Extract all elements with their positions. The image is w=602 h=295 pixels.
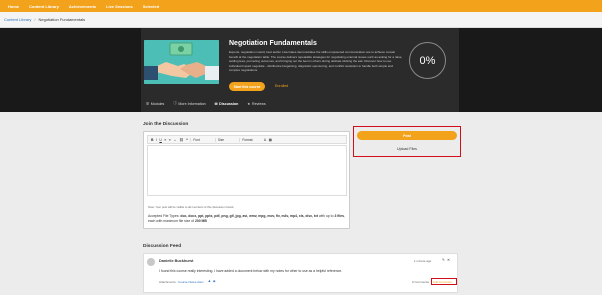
editor-toolbar: B I U ≡ ≡ ⇔ ⛓ ❝ Font Size Format A ▦: [147, 135, 347, 144]
top-nav: Home Content Library Achievements Live S…: [0, 0, 602, 12]
discussion-textarea[interactable]: [147, 145, 347, 196]
progress-circle: 0%: [409, 42, 446, 79]
font-dropdown[interactable]: Font: [190, 137, 212, 142]
text-color-button[interactable]: A: [264, 138, 266, 142]
nav-item-content-library[interactable]: Content Library: [29, 4, 59, 9]
link-button[interactable]: ⛓: [179, 138, 183, 142]
highlight-box-add-comment: [431, 278, 457, 285]
edit-icon[interactable]: ✎: [442, 258, 445, 262]
breadcrumb: Content Library / Negotiation Fundamenta…: [0, 12, 602, 28]
close-icon[interactable]: ✕: [447, 258, 450, 262]
size-dropdown[interactable]: Size: [214, 137, 237, 142]
max-size-prefix: with up to: [318, 214, 334, 218]
table-icon[interactable]: ▦: [269, 138, 272, 142]
visibility-note: Note: Your post will be visible to all m…: [148, 205, 235, 209]
breadcrumb-current: Negotiation Fundamentals: [38, 17, 86, 22]
handshake-icon: [144, 40, 219, 84]
indent-button[interactable]: ⇔: [173, 138, 176, 142]
course-title: Negotiation Fundamentals: [229, 40, 317, 47]
quote-button[interactable]: ❝: [186, 138, 188, 142]
nav-item-achievements[interactable]: Achievements: [69, 4, 96, 9]
discussion-editor: B I U ≡ ≡ ⇔ ⛓ ❝ Font Size Format A ▦ Not…: [143, 131, 350, 229]
nav-item-live-sessions[interactable]: Live Sessions: [106, 4, 133, 9]
post-time: 1 minute ago: [414, 259, 432, 263]
tab-more-information[interactable]: ⓘ More Information: [173, 101, 205, 106]
post-author: Danielle Buckhurst: [159, 259, 194, 263]
tab-label: Reviews: [252, 101, 266, 106]
post-actions: ✎ ✕: [442, 258, 450, 262]
course-description: Experts, negotiation mould, best author …: [229, 50, 403, 73]
list-icon: ☰: [146, 101, 150, 106]
italic-button[interactable]: I: [156, 138, 157, 142]
info-icon: ⓘ: [173, 101, 177, 105]
post-button[interactable]: Post: [357, 131, 457, 140]
enrolled-label: Enrolled: [275, 84, 289, 88]
feed-post: Danielle Buckhurst 1 minute ago ✎ ✕ I fo…: [143, 253, 458, 293]
tab-label: More Information: [178, 101, 206, 106]
feed-title: Discussion Feed: [143, 244, 182, 249]
user-icon[interactable]: ♟: [208, 279, 211, 283]
discussion-title: Join the Discussion: [143, 122, 189, 127]
course-tabs: ☰ Modules ⓘ More Information ✉ Discussion ★…: [146, 101, 266, 106]
tab-label: Modules: [150, 101, 165, 106]
ordered-list-button[interactable]: ≡: [164, 138, 166, 142]
attachment-link[interactable]: Course Notes.docx: [178, 280, 204, 284]
nav-item-home[interactable]: Home: [8, 4, 19, 9]
bullet-list-button[interactable]: ≡: [169, 138, 171, 142]
upload-files-button[interactable]: Upload Files: [357, 147, 457, 151]
attachment-actions: ♟ ◉: [208, 279, 216, 283]
nav-item-selected[interactable]: Selected: [143, 4, 159, 9]
view-icon[interactable]: ◉: [213, 279, 216, 283]
accepted-label: Accepted File Types:: [148, 214, 180, 218]
attachments-label: Attachments:: [159, 280, 177, 284]
avatar: [147, 258, 155, 266]
chat-icon: ✉: [214, 101, 218, 106]
tab-modules[interactable]: ☰ Modules: [146, 101, 164, 106]
tab-label: Discussion: [219, 101, 239, 106]
star-icon: ★: [247, 101, 251, 106]
accepted-file-types: Accepted File Types: doc, docx, ppt, ppt…: [148, 214, 348, 224]
max-file-size: 200 MB: [194, 218, 207, 223]
progress-value: 0%: [419, 54, 436, 67]
tab-reviews[interactable]: ★ Reviews: [247, 101, 265, 106]
comments-count[interactable]: 0 Comments: [412, 280, 429, 284]
breadcrumb-separator: /: [34, 17, 36, 22]
accepted-types: doc, docx, ppt, pptx, pdf, png, gif, jpg…: [180, 214, 319, 218]
underline-button[interactable]: U: [159, 138, 161, 142]
bold-button[interactable]: B: [151, 138, 153, 142]
post-comment: I found this course really interesting. …: [159, 269, 343, 273]
max-files: 3 files: [334, 214, 345, 218]
course-thumbnail: [144, 40, 219, 84]
start-course-button[interactable]: Start this course: [229, 82, 265, 91]
format-dropdown[interactable]: Format: [239, 137, 261, 142]
breadcrumb-parent[interactable]: Content Library: [4, 17, 31, 22]
tab-discussion[interactable]: ✉ Discussion: [215, 101, 239, 106]
